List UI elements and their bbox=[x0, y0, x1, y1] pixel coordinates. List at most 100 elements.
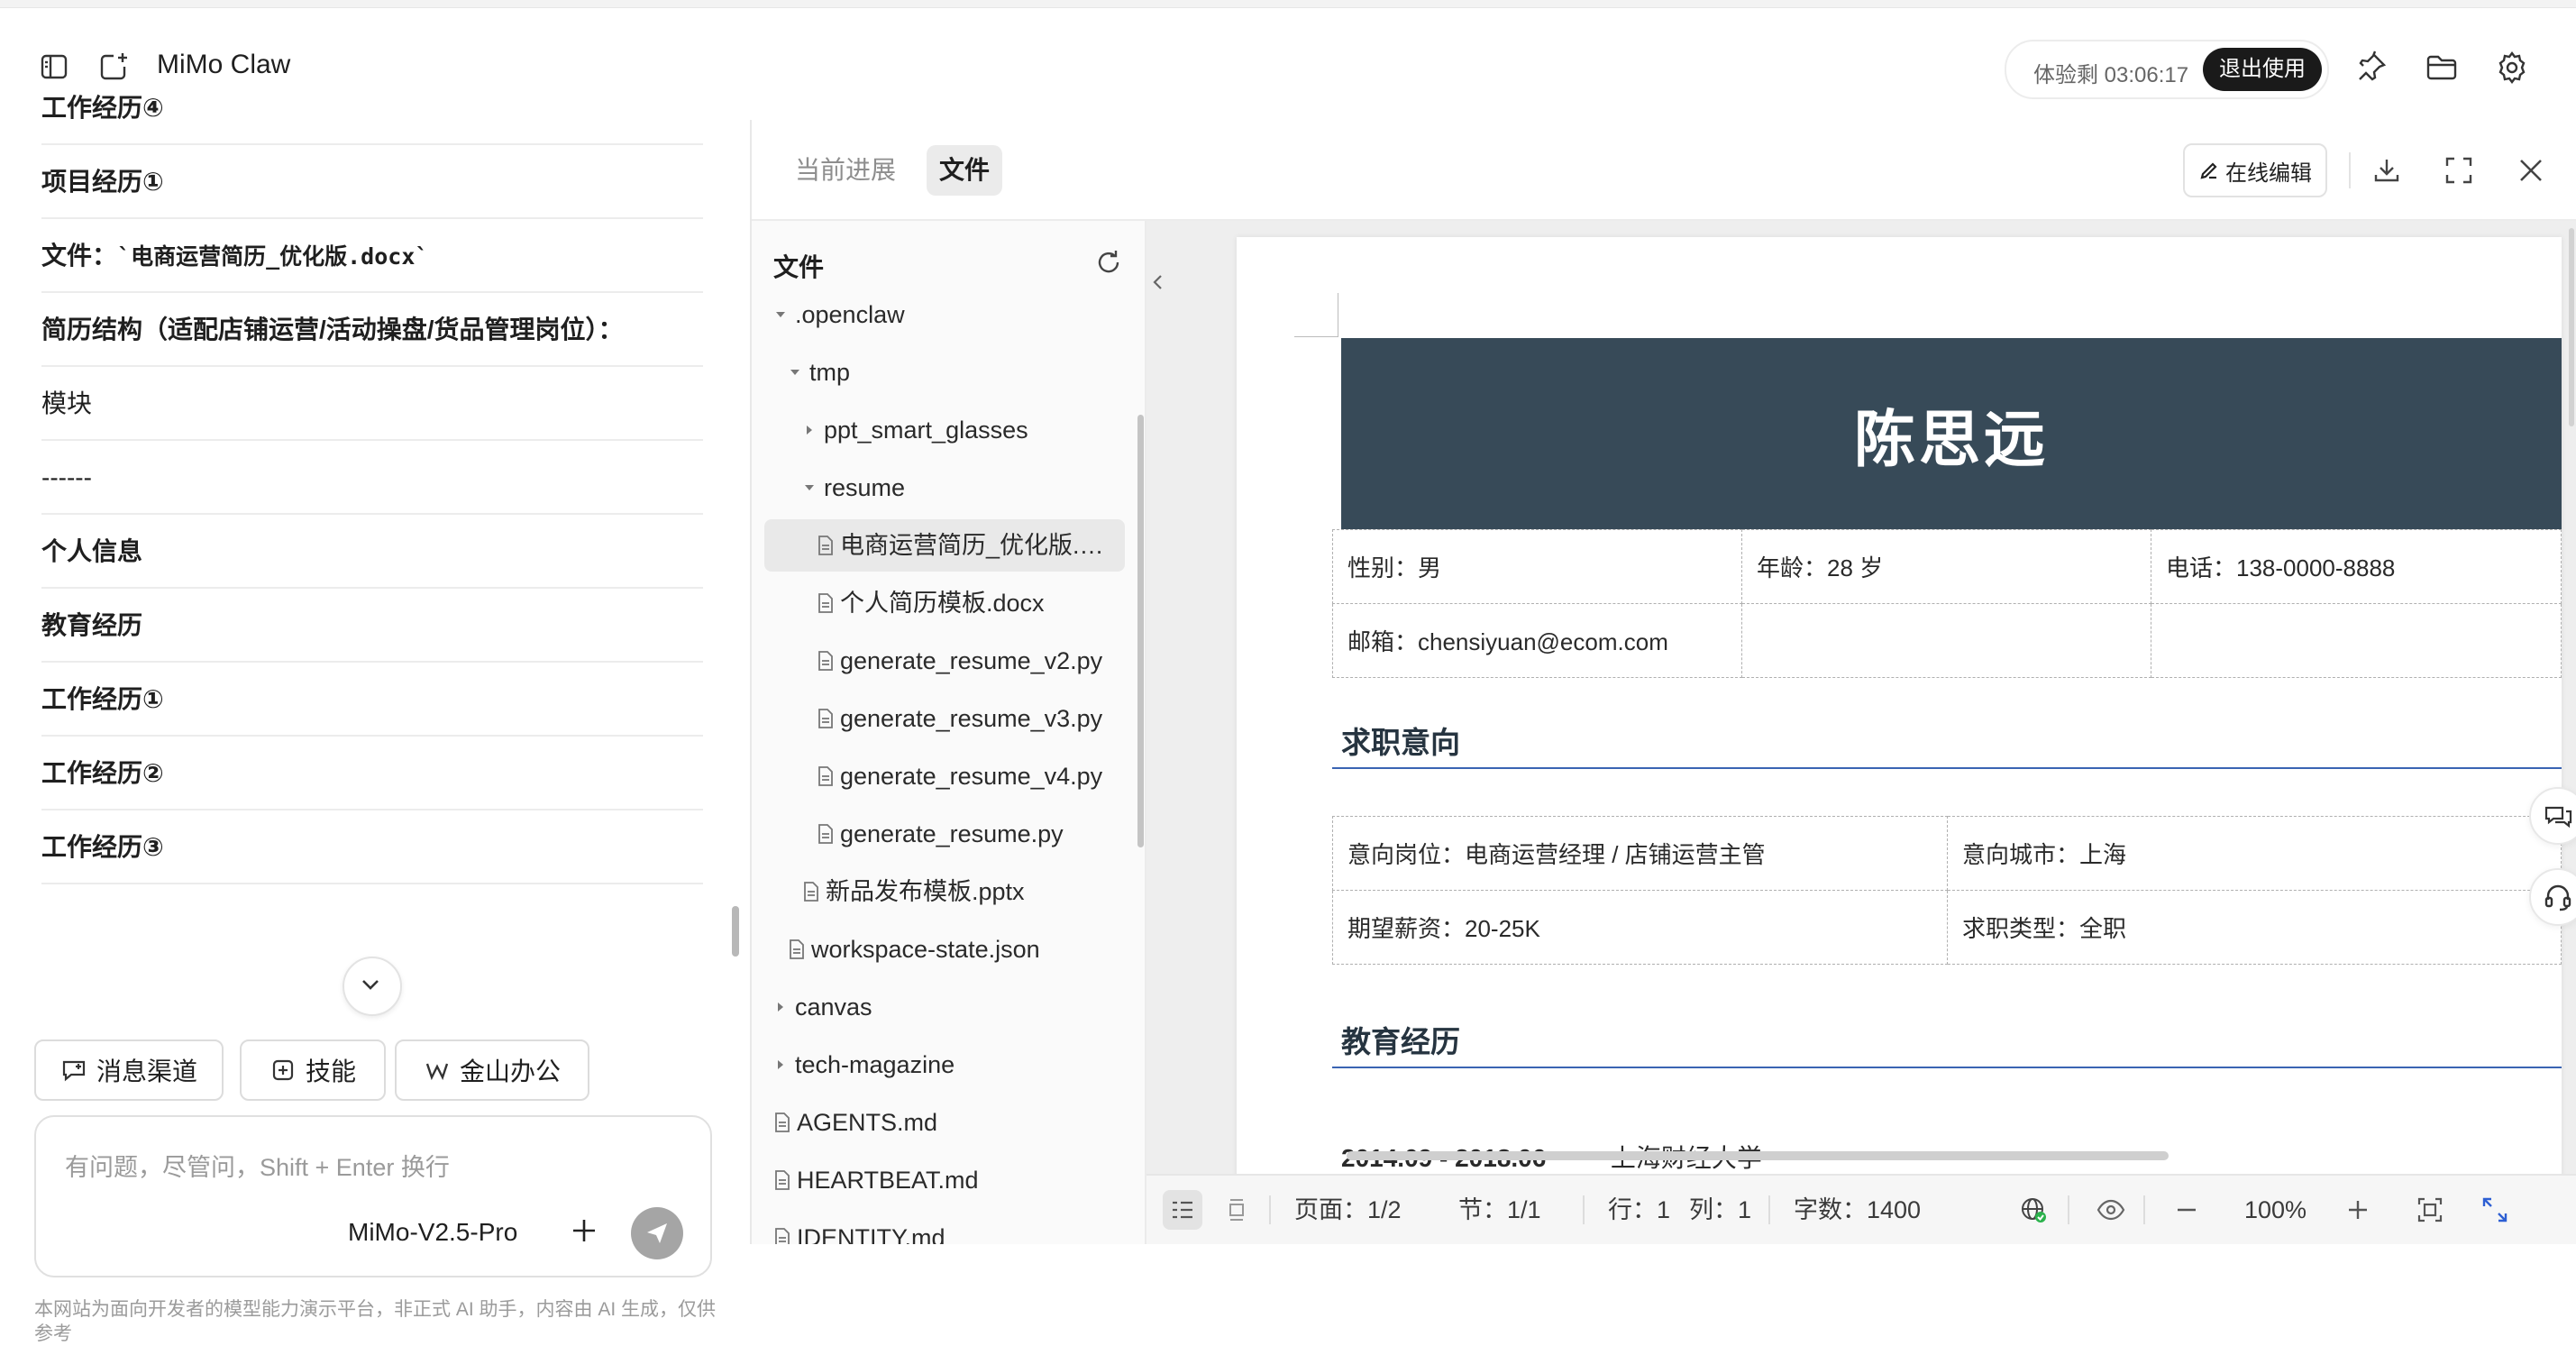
document-page: 陈思远 性别：男 年龄：28 岁 电话：138-0000-8888 邮箱：che… bbox=[1237, 237, 2562, 1174]
send-button[interactable] bbox=[631, 1207, 683, 1259]
download-button[interactable] bbox=[2367, 151, 2407, 190]
tree-file[interactable]: generate_resume_v4.py bbox=[764, 750, 1125, 802]
tab-files[interactable]: 文件 bbox=[927, 145, 1003, 196]
document-vertical-scrollbar[interactable] bbox=[2569, 228, 2574, 426]
tree-folder-tmp[interactable]: tmp bbox=[764, 346, 1125, 398]
scroll-to-bottom-button[interactable] bbox=[343, 957, 402, 1016]
file-icon bbox=[817, 808, 836, 860]
file-tree-title: 文件 bbox=[773, 253, 825, 281]
document-horizontal-scrollbar[interactable] bbox=[1347, 1151, 2169, 1160]
outline-view-button[interactable] bbox=[1163, 1190, 1202, 1230]
chevron-left-icon bbox=[1153, 275, 1162, 289]
tree-folder-openclaw[interactable]: .openclaw bbox=[764, 288, 1125, 341]
target-city-cell: 意向城市：上海 bbox=[1947, 816, 2562, 891]
zoom-in-button[interactable] bbox=[2338, 1190, 2378, 1230]
folder-icon[interactable] bbox=[2425, 50, 2459, 85]
email-cell: 邮箱：chensiyuan@ecom.com bbox=[1332, 603, 1742, 678]
expand-icon bbox=[2482, 1197, 2507, 1222]
tree-item-label: 新品发布模板.pptx bbox=[826, 878, 1025, 905]
page-view-button[interactable] bbox=[1217, 1190, 1256, 1230]
pencil-icon bbox=[2200, 162, 2217, 179]
kingsoft-office-button[interactable]: 金山办公 bbox=[395, 1039, 589, 1101]
wps-logo-icon bbox=[425, 1063, 449, 1081]
age-cell: 年龄：28 岁 bbox=[1741, 529, 2151, 604]
chat-message-line: 工作经历② bbox=[41, 737, 703, 810]
headset-icon bbox=[2544, 884, 2571, 911]
file-icon bbox=[817, 692, 836, 745]
zoom-out-button[interactable] bbox=[2167, 1190, 2206, 1230]
tree-item-label: 电商运营简历_优化版.docx bbox=[840, 532, 1116, 559]
chat-input-box[interactable]: 有问题，尽管问，Shift + Enter 换行 MiMo-V2.5-Pro bbox=[34, 1115, 712, 1277]
tree-folder-ppt-smart-glasses[interactable]: ppt_smart_glasses bbox=[764, 404, 1125, 456]
file-tree-scrollbar[interactable] bbox=[1137, 415, 1144, 847]
globe-check-icon bbox=[2022, 1198, 2046, 1222]
page-corner-mark bbox=[1294, 293, 1338, 337]
collapse-file-tree-button[interactable] bbox=[1146, 261, 1170, 304]
skills-icon bbox=[272, 1059, 294, 1081]
tree-file[interactable]: HEARTBEAT.md bbox=[764, 1154, 1125, 1206]
zoom-level[interactable]: 100% bbox=[2244, 1176, 2307, 1244]
tree-file[interactable]: AGENTS.md bbox=[764, 1096, 1125, 1149]
online-edit-label: 在线编辑 bbox=[2225, 160, 2312, 186]
trial-remaining-text: 体验剩 03:06:17 bbox=[2033, 63, 2189, 87]
caret-right-icon bbox=[772, 1039, 790, 1091]
file-label: 文件： bbox=[41, 242, 118, 270]
caret-down-icon bbox=[800, 462, 818, 514]
language-button[interactable] bbox=[2014, 1190, 2053, 1230]
file-icon bbox=[817, 577, 836, 629]
pin-icon[interactable] bbox=[2354, 50, 2389, 85]
file-icon bbox=[817, 635, 836, 687]
chat-input-placeholder[interactable]: 有问题，尽管问，Shift + Enter 换行 bbox=[65, 1148, 450, 1183]
tree-file[interactable]: 新品发布模板.pptx bbox=[764, 865, 1125, 918]
tree-file[interactable]: generate_resume_v2.py bbox=[764, 635, 1125, 687]
target-position-cell: 意向岗位：电商运营经理 / 店铺运营主管 bbox=[1332, 816, 1948, 891]
model-selector[interactable]: MiMo-V2.5-Pro bbox=[348, 1218, 517, 1247]
tree-item-label: .openclaw bbox=[795, 301, 905, 328]
tree-file[interactable]: generate_resume_v3.py bbox=[764, 692, 1125, 745]
exit-trial-button[interactable]: 退出使用 bbox=[2203, 48, 2322, 91]
chat-scrollbar[interactable] bbox=[732, 906, 739, 957]
fit-page-icon bbox=[2417, 1197, 2443, 1222]
tree-file-selected[interactable]: 电商运营简历_优化版.docx bbox=[764, 519, 1125, 572]
tree-folder-tech-magazine[interactable]: tech-magazine bbox=[764, 1039, 1125, 1091]
phone-cell: 电话：138-0000-8888 bbox=[2151, 529, 2562, 604]
personal-info-table: 性别：男 年龄：28 岁 电话：138-0000-8888 邮箱：chensiy… bbox=[1332, 529, 2562, 678]
fullscreen-button[interactable] bbox=[2439, 151, 2479, 190]
status-divider bbox=[1583, 1195, 1585, 1224]
tab-progress[interactable]: 当前进展 bbox=[782, 145, 909, 196]
read-mode-button[interactable] bbox=[2091, 1190, 2131, 1230]
section-indicator: 节：1/1 bbox=[1458, 1196, 1541, 1223]
kingsoft-office-label: 金山办公 bbox=[459, 1058, 561, 1085]
tree-file[interactable]: 个人简历模板.docx bbox=[764, 577, 1125, 629]
chat-message-line: 项目经历① bbox=[41, 145, 703, 219]
file-name-code: `电商运营简历_优化版.docx` bbox=[117, 243, 429, 270]
trial-timer-box: 体验剩 03:06:17 退出使用 bbox=[2005, 40, 2329, 99]
tree-file[interactable]: generate_resume.py bbox=[764, 808, 1125, 860]
attach-button[interactable] bbox=[564, 1211, 604, 1250]
send-icon bbox=[647, 1223, 667, 1243]
gear-icon[interactable] bbox=[2495, 50, 2529, 85]
close-panel-button[interactable] bbox=[2511, 151, 2551, 190]
tree-item-label: tmp bbox=[809, 359, 851, 386]
message-channel-button[interactable]: 消息渠道 bbox=[34, 1039, 224, 1101]
file-icon bbox=[773, 1096, 793, 1149]
message-channel-icon bbox=[62, 1060, 86, 1082]
tree-item-label: generate_resume_v3.py bbox=[840, 705, 1103, 732]
page-indicator[interactable]: 页面：1/2 bbox=[1294, 1176, 1402, 1244]
fullscreen-view-button[interactable] bbox=[2475, 1190, 2515, 1230]
tree-folder-canvas[interactable]: canvas bbox=[764, 981, 1125, 1033]
fit-page-button[interactable] bbox=[2410, 1190, 2450, 1230]
file-icon bbox=[788, 923, 808, 975]
skills-button[interactable]: 技能 bbox=[240, 1039, 386, 1101]
refresh-icon bbox=[1098, 251, 1119, 273]
online-edit-button[interactable]: 在线编辑 bbox=[2183, 143, 2327, 197]
tree-item-label: HEARTBEAT.md bbox=[797, 1167, 979, 1194]
panel-tabs-bar: 当前进展 文件 在线编辑 bbox=[752, 120, 2576, 221]
chat-message-line: 工作经历④ bbox=[41, 71, 703, 145]
gender-cell: 性别：男 bbox=[1332, 529, 1742, 604]
tree-file[interactable]: IDENTITY.md bbox=[764, 1212, 1125, 1244]
tree-file[interactable]: workspace-state.json bbox=[764, 923, 1125, 975]
refresh-button[interactable] bbox=[1094, 248, 1123, 277]
tree-folder-resume[interactable]: resume bbox=[764, 462, 1125, 514]
window-top-strip bbox=[0, 0, 2576, 8]
